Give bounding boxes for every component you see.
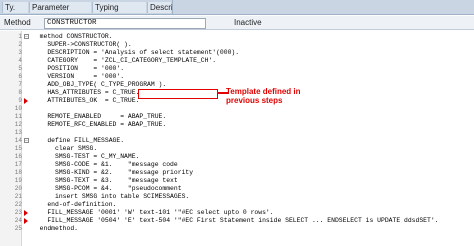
line-number: 19 [14, 177, 22, 184]
line-number: 1 [18, 33, 22, 40]
code-line[interactable]: 20 SMSG-PCOM = &4. "pseudocomment [0, 185, 474, 193]
fold-toggle-icon[interactable]: − [24, 34, 29, 40]
category-highlight-box [138, 89, 218, 99]
code-line[interactable]: 13 [0, 129, 474, 137]
line-number: 4 [18, 57, 22, 64]
code-line[interactable]: 17 SMSG-CODE = &1. "message code [0, 161, 474, 169]
code-line[interactable]: 14− define FILL_MESSAGE. [0, 137, 474, 145]
callout-line-1: Template defined in [226, 87, 301, 96]
method-name-field[interactable]: CONSTRUCTOR [44, 18, 206, 29]
code-line[interactable]: 16 SMSG-TEST = C_MY_NAME. [0, 153, 474, 161]
column-header-type[interactable]: Ty. [2, 2, 28, 13]
line-number: 7 [18, 81, 22, 88]
callout-line-2: previous steps [226, 96, 283, 105]
code-text: HAS_ATTRIBUTES = C_TRUE. [32, 89, 140, 96]
line-number: 2 [18, 41, 22, 48]
code-line[interactable]: 11 REMOTE_ENABLED = ABAP_TRUE. [0, 113, 474, 121]
code-line[interactable]: 10 [0, 105, 474, 113]
code-text: clear SMSG. [32, 145, 98, 152]
code-line[interactable]: 25 endmethod. [0, 225, 474, 233]
code-editor[interactable]: 1− method CONSTRUCTOR. 2 SUPER->CONSTRUCT… [0, 31, 474, 246]
line-number: 9 [18, 97, 22, 104]
line-marker-icon [24, 218, 28, 224]
line-marker-icon [24, 98, 28, 104]
code-text: FILL_MESSAGE '0504' 'E' text-504 '"#EC F… [32, 217, 439, 224]
line-number: 18 [14, 169, 22, 176]
column-header-description[interactable]: Descri [147, 2, 173, 13]
code-text: CATEGORY = 'ZCL_CI_CATEGORY_TEMPLATE_CH'… [32, 57, 217, 64]
line-marker-icon [24, 210, 28, 216]
code-line[interactable]: 12 REMOTE_RFC_ENABLED = ABAP_TRUE. [0, 121, 474, 129]
line-number: 25 [14, 225, 22, 232]
code-line[interactable]: 1− method CONSTRUCTOR. [0, 33, 474, 41]
line-number: 14 [14, 137, 22, 144]
line-number: 20 [14, 185, 22, 192]
code-text: SMSG-PCOM = &4. "pseudocomment [32, 185, 182, 192]
code-text: method CONSTRUCTOR. [32, 33, 113, 40]
code-text: FILL_MESSAGE '0001' 'W' text-101 '"#EC s… [32, 209, 274, 216]
line-number: 16 [14, 153, 22, 160]
code-text: SMSG-TEXT = &3. "message text [32, 177, 178, 184]
code-line[interactable]: 19 SMSG-TEXT = &3. "message text [0, 177, 474, 185]
line-number: 8 [18, 89, 22, 96]
code-text: define FILL_MESSAGE. [32, 137, 125, 144]
line-number: 15 [14, 145, 22, 152]
line-number: 17 [14, 161, 22, 168]
line-number: 24 [14, 217, 22, 224]
code-line[interactable]: 15 clear SMSG. [0, 145, 474, 153]
code-text: insert SMSG into table SCIMESSAGES. [32, 193, 190, 200]
line-number: 12 [14, 121, 22, 128]
line-number: 21 [14, 193, 22, 200]
code-text: REMOTE_ENABLED = ABAP_TRUE. [32, 113, 167, 120]
method-label: Method [4, 18, 31, 27]
code-text: ATTRIBUTES_OK = C_TRUE. [32, 97, 140, 104]
code-text: SUPER->CONSTRUCTOR( ). [32, 41, 132, 48]
code-text: SMSG-CODE = &1. "message code [32, 161, 178, 168]
code-line[interactable]: 22 end-of-definition. [0, 201, 474, 209]
line-number: 13 [14, 129, 22, 136]
code-text: SMSG-TEST = C_MY_NAME. [32, 153, 140, 160]
line-number: 5 [18, 65, 22, 72]
code-text: REMOTE_RFC_ENABLED = ABAP_TRUE. [32, 121, 167, 128]
parameter-table-header: Ty. Parameter Typing Descri [0, 0, 474, 15]
column-header-parameter[interactable]: Parameter [29, 2, 91, 13]
line-number: 22 [14, 201, 22, 208]
method-row: Method CONSTRUCTOR Inactive [0, 16, 474, 30]
line-number: 6 [18, 73, 22, 80]
line-number: 10 [14, 105, 22, 112]
code-text: SMSG-KIND = &2. "message priority [32, 169, 194, 176]
code-text: DESCRIPTION = 'Analysis of select statem… [32, 49, 240, 56]
code-line[interactable]: 5 POSITION = '000'. [0, 65, 474, 73]
code-text: ADD_OBJ_TYPE( C_TYPE_PROGRAM ). [32, 81, 167, 88]
fold-toggle-icon[interactable]: − [24, 138, 29, 144]
callout-annotation: Template defined in previous steps [226, 87, 301, 105]
line-number: 23 [14, 209, 22, 216]
code-line[interactable]: 24 FILL_MESSAGE '0504' 'E' text-504 '"#E… [0, 217, 474, 225]
code-text: VERSION = '000'. [32, 73, 125, 80]
code-line[interactable]: 2 SUPER->CONSTRUCTOR( ). [0, 41, 474, 49]
method-status: Inactive [234, 18, 262, 27]
code-line[interactable]: 21 insert SMSG into table SCIMESSAGES. [0, 193, 474, 201]
code-line[interactable]: 18 SMSG-KIND = &2. "message priority [0, 169, 474, 177]
code-text: end-of-definition. [32, 201, 117, 208]
code-line[interactable]: 3 DESCRIPTION = 'Analysis of select stat… [0, 49, 474, 57]
line-number: 3 [18, 49, 22, 56]
column-divider [172, 0, 173, 15]
line-number: 11 [14, 113, 22, 120]
code-line[interactable]: 4 CATEGORY = 'ZCL_CI_CATEGORY_TEMPLATE_C… [0, 57, 474, 65]
code-text: endmethod. [32, 225, 79, 232]
code-line[interactable]: 6 VERSION = '000'. [0, 73, 474, 81]
code-line[interactable]: 23 FILL_MESSAGE '0001' 'W' text-101 '"#E… [0, 209, 474, 217]
column-header-typing[interactable]: Typing [92, 2, 146, 13]
code-text: POSITION = '000'. [32, 65, 125, 72]
